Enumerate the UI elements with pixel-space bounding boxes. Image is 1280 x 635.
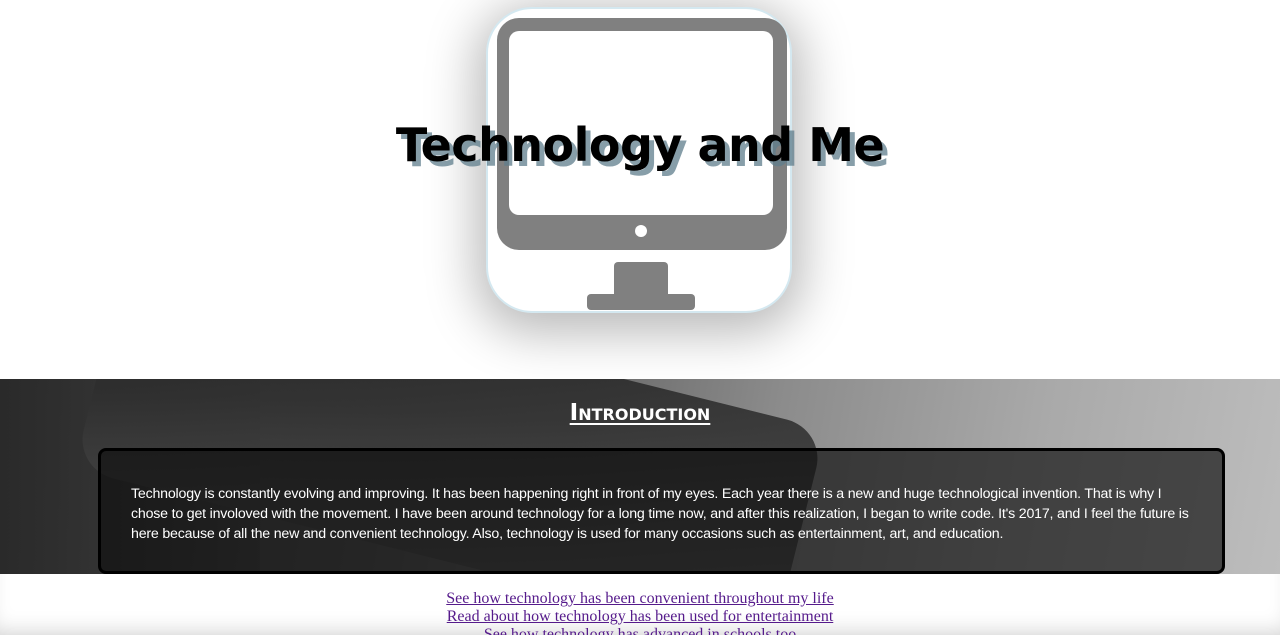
introduction-text: Technology is constantly evolving and im…: [131, 486, 1189, 542]
hero-section: Technology and Me: [0, 0, 1280, 379]
link-convenience[interactable]: See how technology has been convenient t…: [0, 574, 1280, 608]
link-entertainment[interactable]: Read about how technology has been used …: [0, 608, 1280, 626]
introduction-panel: Technology is constantly evolving and im…: [98, 448, 1225, 574]
navigation-links: See how technology has been convenient t…: [0, 574, 1280, 635]
link-schools[interactable]: See how technology has advanced in schoo…: [0, 626, 1280, 635]
introduction-heading: Introduction: [569, 400, 711, 426]
introduction-section: Introduction Technology is constantly ev…: [0, 379, 1280, 574]
page-title: Technology and Me: [395, 118, 885, 172]
